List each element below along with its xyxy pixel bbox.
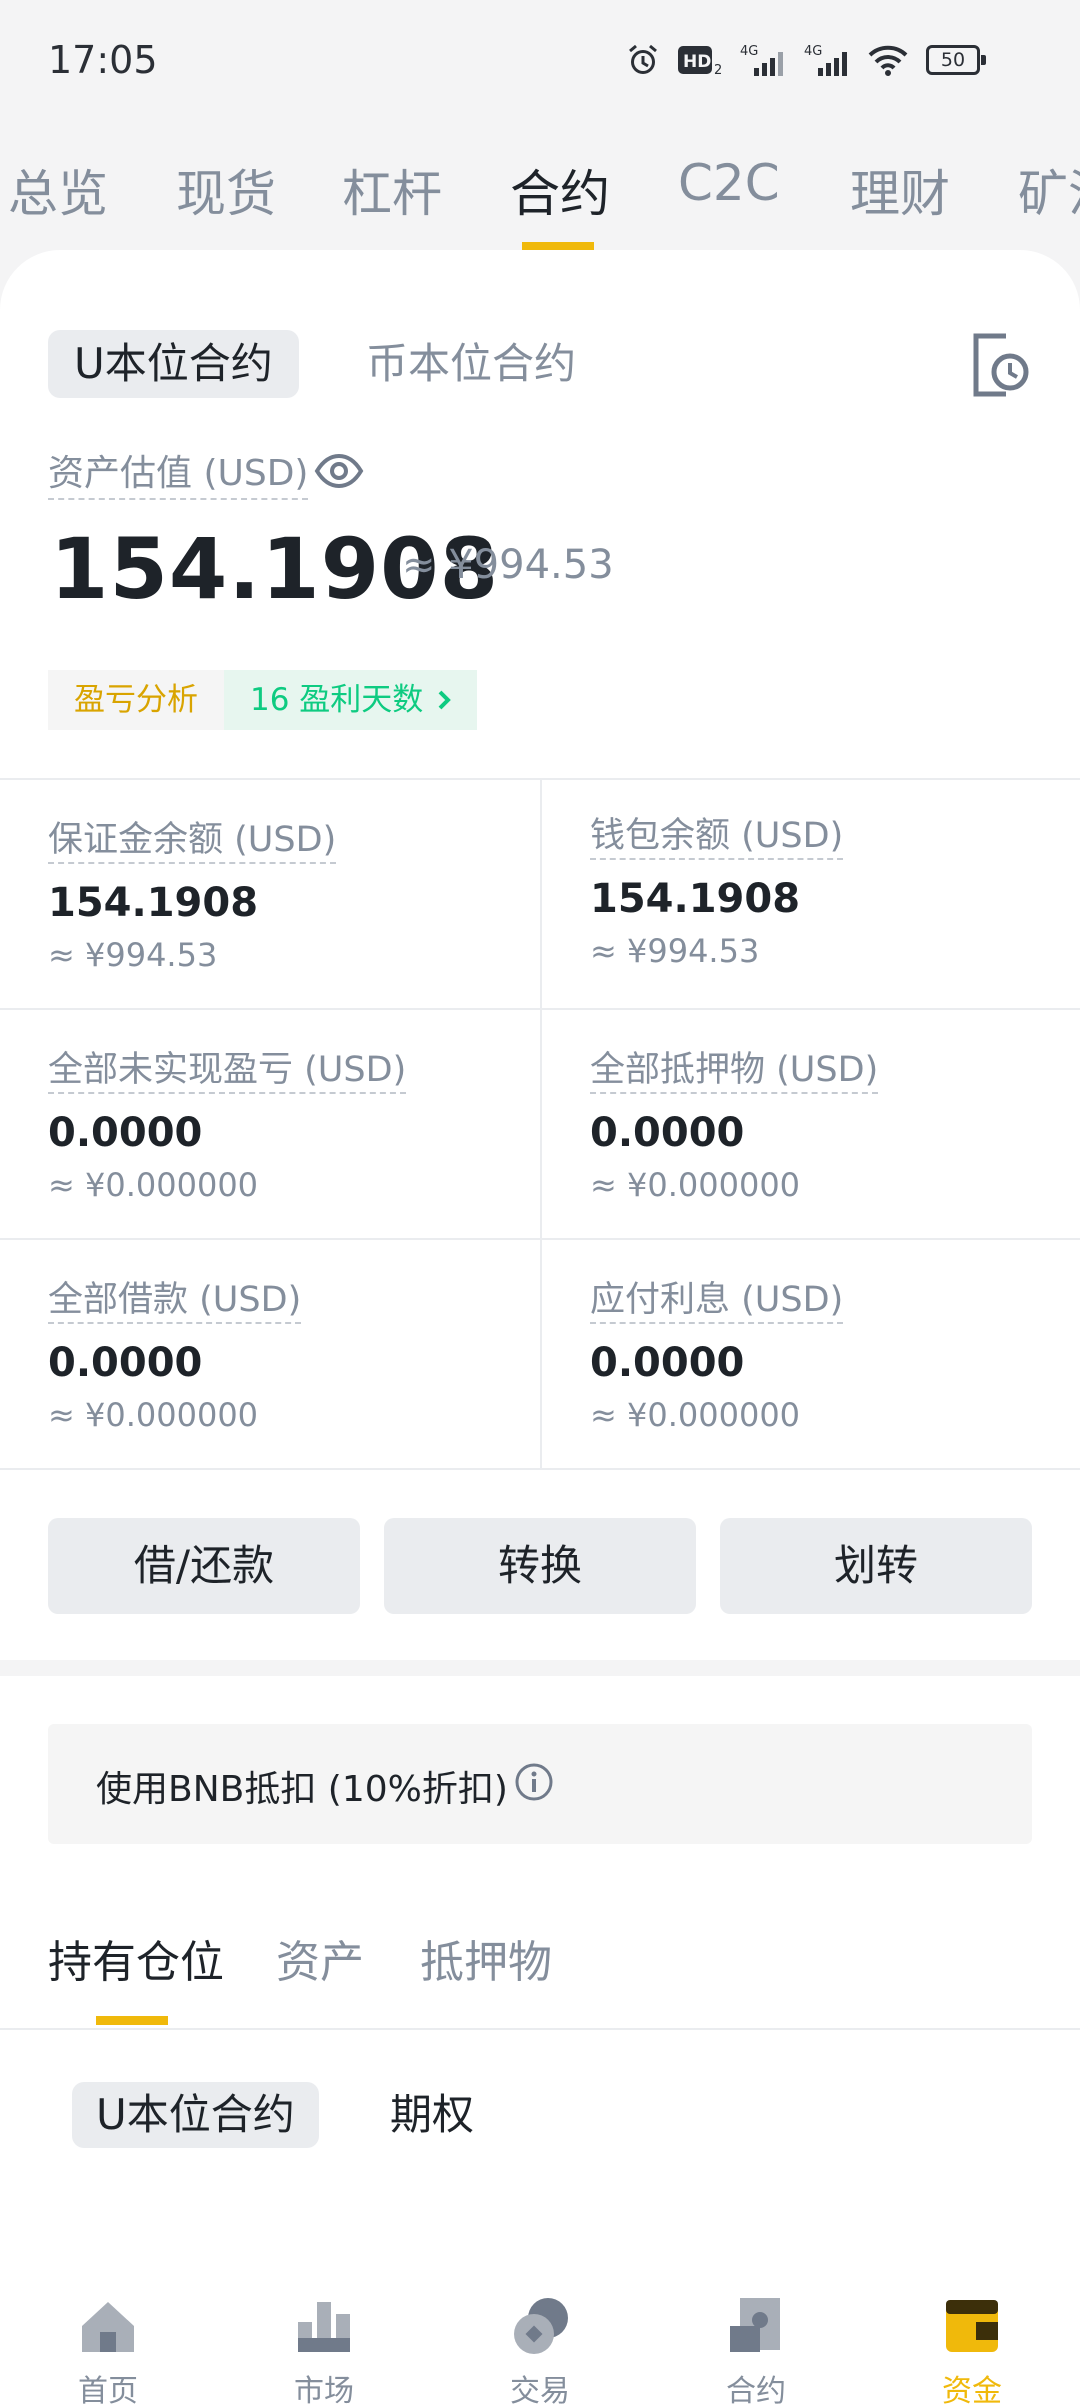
position-tabs-divider	[0, 2028, 1080, 2030]
signal-4g-2-icon: 4G	[804, 42, 850, 78]
collateral-label[interactable]: 全部抵押物 (USD)	[590, 1048, 879, 1094]
borrowed-cny: ≈ ¥0.000000	[48, 1396, 259, 1434]
market-icon	[298, 2302, 350, 2352]
tab-collateral[interactable]: 抵押物	[420, 1926, 552, 1990]
trade-icon	[514, 2298, 568, 2354]
interest-value: 0.0000	[590, 1340, 745, 1386]
status-bar: 17:05 HD 2 4G 4G 50	[0, 0, 1080, 120]
nav-trade-label: 交易	[510, 2374, 570, 2408]
signal-4g-icon: 4G	[740, 42, 786, 78]
bnb-deduction-row[interactable]: 使用BNB抵扣 (10%折扣)	[48, 1724, 1032, 1844]
eye-icon[interactable]	[314, 446, 364, 496]
balance-grid: 保证金余额 (USD) 154.1908 ≈ ¥994.53 钱包余额 (USD…	[0, 778, 1080, 1470]
alarm-icon	[626, 42, 660, 78]
tab-options[interactable]: 期权	[366, 2082, 498, 2148]
tab-coinm-futures[interactable]: 币本位合约	[340, 330, 602, 398]
collateral-cell: 全部抵押物 (USD) 0.0000 ≈ ¥0.000000	[540, 1010, 1080, 1240]
bottom-nav: 首页 市场 交易 合约 资金	[0, 2296, 1080, 2408]
borrowed-value: 0.0000	[48, 1340, 203, 1386]
interest-cell: 应付利息 (USD) 0.0000 ≈ ¥0.000000	[540, 1240, 1080, 1470]
nav-futures[interactable]: 合约	[648, 2296, 864, 2408]
tab-margin[interactable]: 杠杆	[342, 154, 442, 226]
bnb-deduction-label: 使用BNB抵扣 (10%折扣)	[96, 1769, 508, 1810]
interest-cny: ≈ ¥0.000000	[590, 1396, 801, 1434]
margin-balance-value: 154.1908	[48, 880, 259, 926]
positions-section: 使用BNB抵扣 (10%折扣) 持有仓位 资产 抵押物 U本位合约 期权	[0, 1676, 1080, 2296]
wallet-icon	[946, 2300, 998, 2352]
tab-futures[interactable]: 合约	[510, 154, 610, 226]
nav-market-label: 市场	[294, 2374, 354, 2408]
nav-home-label: 首页	[78, 2374, 138, 2408]
borrowed-cell: 全部借款 (USD) 0.0000 ≈ ¥0.000000	[0, 1240, 540, 1470]
margin-balance-label[interactable]: 保证金余额 (USD)	[48, 818, 337, 864]
wallet-balance-cell: 钱包余额 (USD) 154.1908 ≈ ¥994.53	[540, 780, 1080, 1010]
history-icon[interactable]	[970, 332, 1030, 398]
unrealized-pnl-cell: 全部未实现盈亏 (USD) 0.0000 ≈ ¥0.000000	[0, 1010, 540, 1240]
futures-card: U本位合约 币本位合约 资产估值 (USD) 154.1908 ≈ ¥994.5…	[0, 250, 1080, 1660]
tab-c2c[interactable]: C2C	[678, 154, 780, 212]
wifi-icon	[868, 42, 908, 78]
nav-wallet-label: 资金	[942, 2374, 1002, 2408]
wallet-balance-value: 154.1908	[590, 876, 801, 922]
unrealized-pnl-cny: ≈ ¥0.000000	[48, 1166, 259, 1204]
margin-balance-cell: 保证金余额 (USD) 154.1908 ≈ ¥994.53	[0, 780, 540, 1010]
pnl-banner[interactable]: 盈亏分析 16 盈利天数	[48, 670, 478, 730]
info-icon[interactable]	[514, 1762, 554, 1802]
tab-overview[interactable]: 总览	[8, 154, 108, 226]
svg-text:2: 2	[714, 63, 722, 76]
collateral-value: 0.0000	[590, 1110, 745, 1156]
unrealized-pnl-value: 0.0000	[48, 1110, 203, 1156]
status-icons: HD 2 4G 4G 50	[626, 42, 986, 78]
tab-spot[interactable]: 现货	[176, 154, 276, 226]
chevron-right-icon	[438, 690, 452, 710]
svg-text:4G: 4G	[804, 44, 822, 59]
asset-estimate-cny: ≈ ¥994.53	[402, 542, 614, 588]
nav-market[interactable]: 市场	[216, 2296, 432, 2408]
profit-days-badge[interactable]: 16 盈利天数	[224, 670, 478, 730]
tab-earn[interactable]: 理财	[850, 154, 950, 226]
profit-days-label: 16 盈利天数	[250, 682, 424, 718]
collateral-cny: ≈ ¥0.000000	[590, 1166, 801, 1204]
wallet-balance-label[interactable]: 钱包余额 (USD)	[590, 814, 844, 860]
nav-wallet[interactable]: 资金	[864, 2296, 1080, 2408]
position-tab-indicator	[96, 2016, 168, 2025]
convert-button[interactable]: 转换	[384, 1518, 696, 1614]
wallet-balance-cny: ≈ ¥994.53	[590, 932, 760, 970]
battery-icon: 50	[926, 45, 986, 75]
futures-icon	[730, 2298, 780, 2352]
asset-estimate-label: 资产估值 (USD)	[48, 450, 309, 500]
interest-label[interactable]: 应付利息 (USD)	[590, 1278, 844, 1324]
svg-text:4G: 4G	[740, 44, 758, 59]
borrowed-label[interactable]: 全部借款 (USD)	[48, 1278, 302, 1324]
nav-futures-label: 合约	[726, 2374, 786, 2408]
status-time: 17:05	[48, 38, 158, 82]
pnl-analysis-label[interactable]: 盈亏分析	[48, 670, 224, 730]
svg-text:HD: HD	[683, 52, 711, 72]
unrealized-pnl-label[interactable]: 全部未实现盈亏 (USD)	[48, 1048, 407, 1094]
nav-home[interactable]: 首页	[0, 2296, 216, 2408]
transfer-button[interactable]: 划转	[720, 1518, 1032, 1614]
section-divider	[0, 1660, 1080, 1676]
margin-balance-cny: ≈ ¥994.53	[48, 936, 218, 974]
nav-trade[interactable]: 交易	[432, 2296, 648, 2408]
tab-pool[interactable]: 矿池	[1018, 154, 1080, 226]
tab-assets[interactable]: 资产	[276, 1926, 364, 1990]
tab-usdm-positions[interactable]: U本位合约	[72, 2082, 319, 2148]
account-tabs: 总览 现货 杠杆 合约 C2C 理财 矿池	[0, 120, 1080, 250]
tab-positions[interactable]: 持有仓位	[48, 1926, 224, 1990]
borrow-repay-button[interactable]: 借/还款	[48, 1518, 360, 1614]
tab-usdm-futures[interactable]: U本位合约	[48, 330, 299, 398]
hd-icon: HD 2	[678, 42, 722, 78]
home-icon	[82, 2302, 134, 2352]
